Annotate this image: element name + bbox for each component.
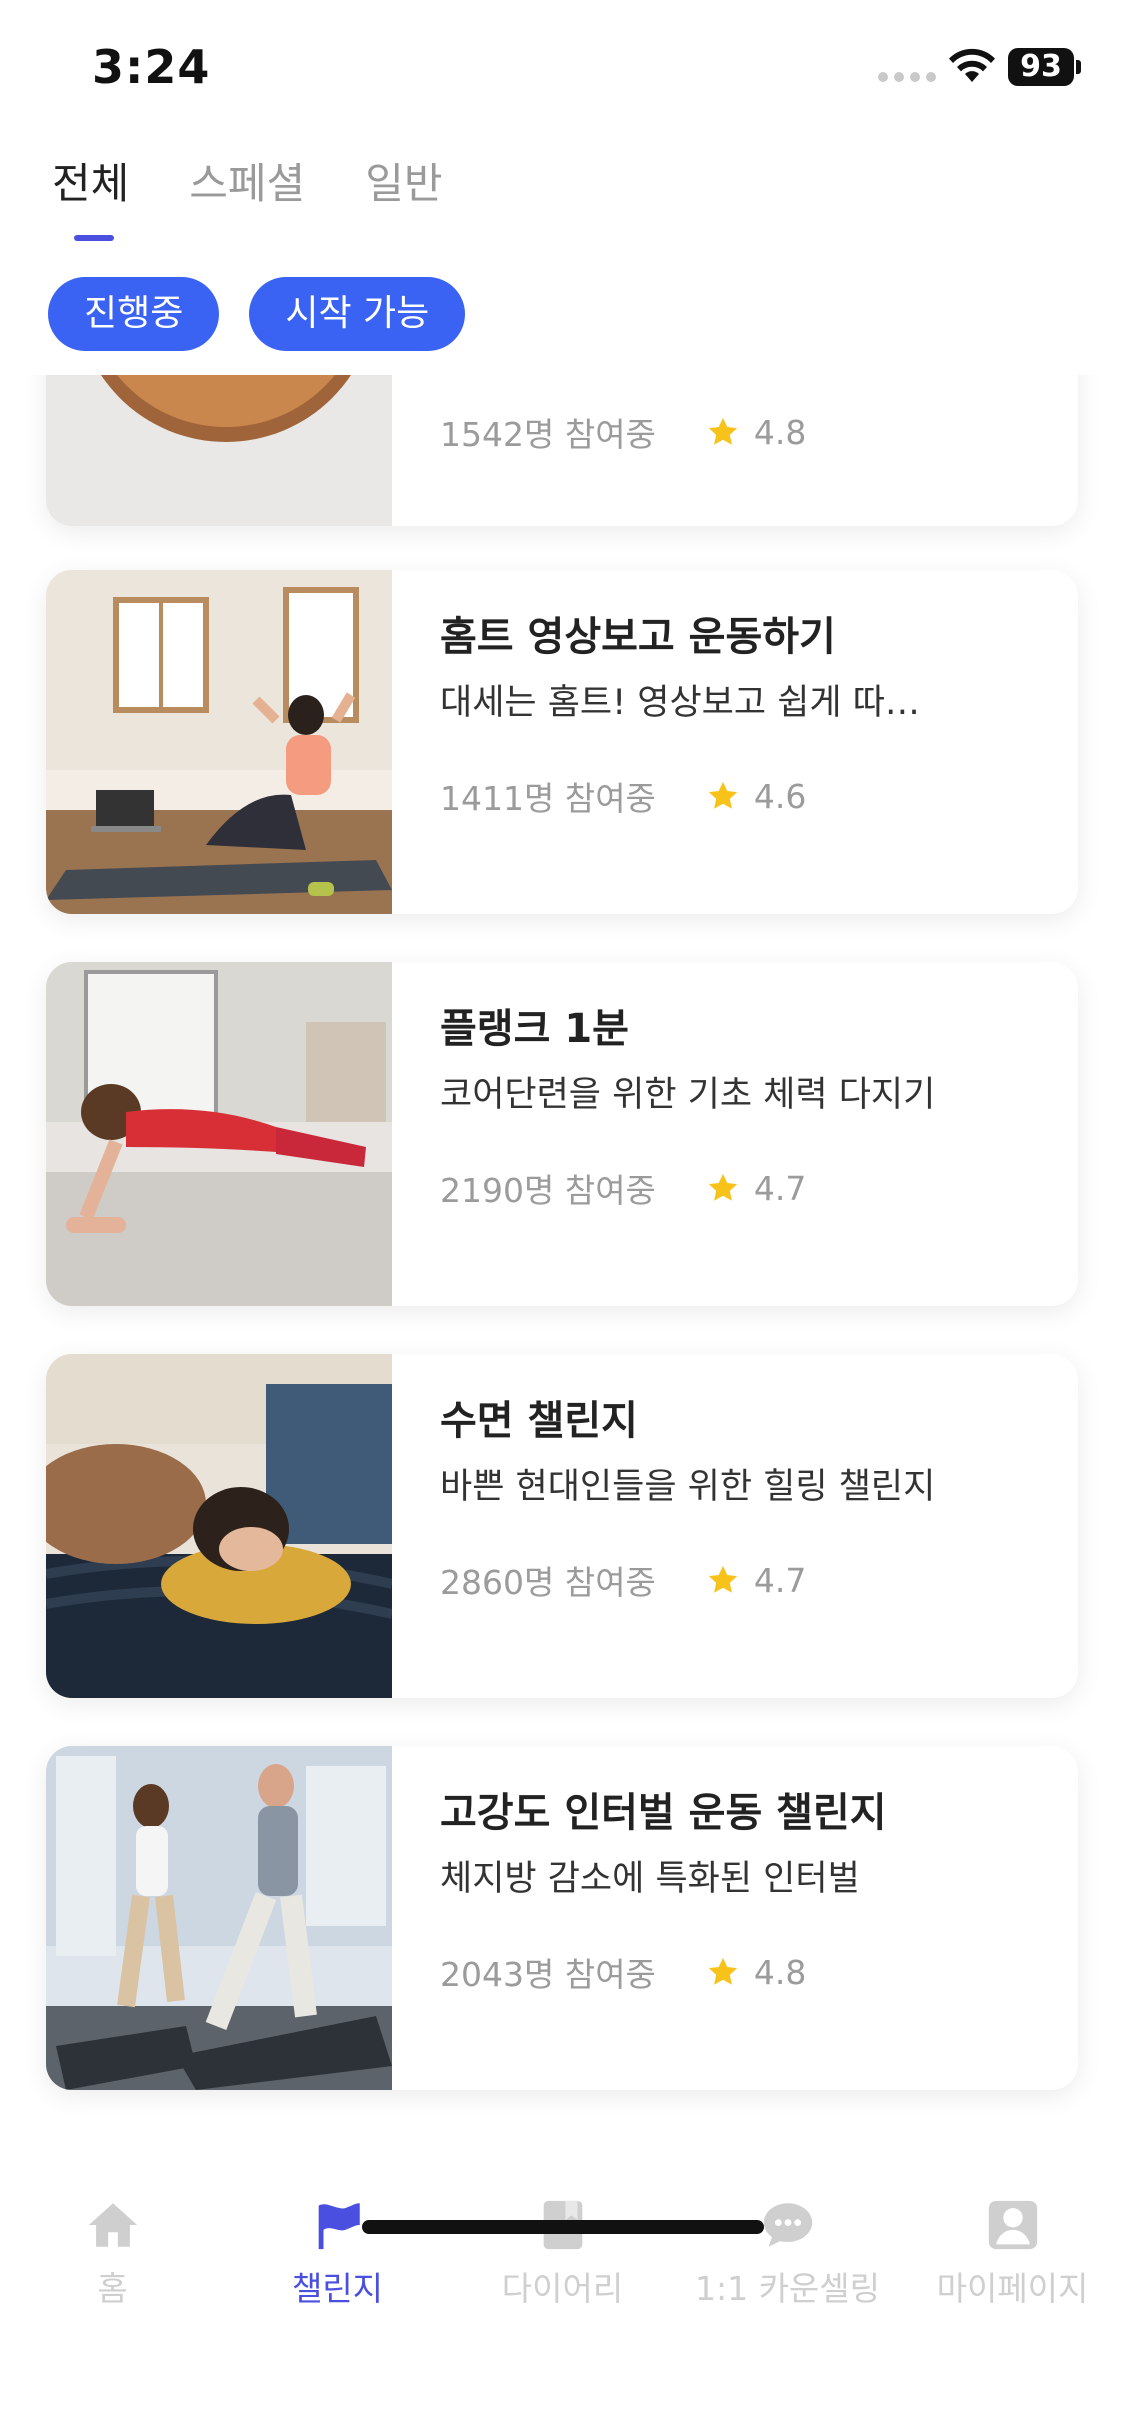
nav-diary[interactable]: 다이어리 bbox=[450, 2196, 675, 2310]
nav-counseling[interactable]: 1:1 카운셀링 bbox=[675, 2196, 900, 2310]
challenge-thumbnail bbox=[46, 1354, 392, 1698]
nav-label: 다이어리 bbox=[501, 2269, 624, 2308]
nav-label: 챌린지 bbox=[291, 2269, 384, 2308]
profile-icon bbox=[988, 2200, 1037, 2250]
challenge-thumbnail bbox=[46, 570, 392, 914]
participant-count: 2190명 참여중 bbox=[440, 1171, 656, 1210]
challenge-card[interactable]: 홈트 영상보고 운동하기 대세는 홈트! 영상보고 쉽게 따… 1411명 참여… bbox=[46, 570, 1078, 914]
filter-in-progress-chip[interactable]: 진행중 bbox=[48, 277, 220, 351]
nav-mypage[interactable]: 마이페이지 bbox=[900, 2196, 1125, 2310]
challenge-title: 고강도 인터벌 운동 챌린지 bbox=[440, 1790, 887, 1836]
rating: 4.7 bbox=[753, 1560, 807, 1600]
flag-icon bbox=[318, 2200, 360, 2250]
tab-special[interactable]: 스페셜 bbox=[189, 150, 305, 241]
tab-general[interactable]: 일반 bbox=[365, 150, 442, 241]
challenge-description: 대세는 홈트! 영상보고 쉽게 따… bbox=[440, 683, 920, 723]
tab-label: 전체 bbox=[52, 159, 130, 208]
challenge-description: 코어단련을 위한 기초 체력 다지기 bbox=[440, 1075, 936, 1115]
nav-label: 1:1 카운셀링 bbox=[694, 2269, 881, 2308]
rating: 4.8 bbox=[753, 1952, 807, 1992]
status-bar: 3:24 93 bbox=[0, 0, 1125, 140]
star-icon bbox=[708, 1957, 738, 1985]
filter-available-chip[interactable]: 시작 가능 bbox=[249, 277, 466, 351]
participant-count: 2860명 참여중 bbox=[440, 1563, 656, 1602]
battery-icon: 93 bbox=[1008, 48, 1074, 86]
participant-count: 1411명 참여중 bbox=[440, 779, 656, 818]
home-icon bbox=[88, 2203, 137, 2247]
challenge-title: 홈트 영상보고 운동하기 bbox=[440, 614, 836, 660]
challenge-title: 수면 챌린지 bbox=[440, 1398, 638, 1444]
challenge-description: 체지방 감소에 특화된 인터벌 bbox=[440, 1859, 860, 1899]
nav-label: 홈 bbox=[97, 2269, 128, 2308]
star-icon bbox=[708, 417, 738, 445]
tab-label: 스페셜 bbox=[189, 159, 306, 208]
bottom-nav: 홈 챌린지 다이어리 1:1 카운셀링 마이페이지 bbox=[0, 2170, 1125, 2436]
challenge-card[interactable]: 플랭크 1분 코어단련을 위한 기초 체력 다지기 2190명 참여중 4.7 bbox=[46, 962, 1078, 1306]
filter-chips: 진행중 시작 가능 bbox=[48, 277, 466, 351]
star-icon bbox=[708, 1173, 738, 1201]
challenge-title: 플랭크 1분 bbox=[440, 1006, 629, 1052]
nav-home[interactable]: 홈 bbox=[0, 2196, 225, 2310]
nav-challenge[interactable]: 챌린지 bbox=[225, 2196, 450, 2310]
nav-label: 마이페이지 bbox=[936, 2269, 1089, 2308]
tab-indicator bbox=[74, 235, 114, 241]
chat-icon bbox=[763, 2203, 812, 2247]
home-indicator bbox=[362, 2220, 764, 2234]
tab-label: 일반 bbox=[365, 159, 443, 208]
signal-icon bbox=[878, 72, 936, 82]
challenge-card[interactable]: 고강도 인터벌 운동 챌린지 체지방 감소에 특화된 인터벌 2043명 참여중… bbox=[46, 1746, 1078, 2090]
challenge-description: 바쁜 현대인들을 위한 힐링 챌린지 bbox=[440, 1467, 936, 1507]
participant-count: 2043명 참여중 bbox=[440, 1955, 656, 1994]
rating: 4.6 bbox=[753, 776, 807, 816]
wifi-icon bbox=[949, 48, 995, 82]
challenge-thumbnail bbox=[46, 1746, 392, 2090]
star-icon bbox=[708, 1565, 738, 1593]
challenge-card[interactable]: 수면 챌린지 바쁜 현대인들을 위한 힐링 챌린지 2860명 참여중 4.7 bbox=[46, 1354, 1078, 1698]
participant-count: 1542명 참여중 bbox=[440, 415, 656, 454]
status-time: 3:24 bbox=[92, 40, 211, 94]
battery-cap bbox=[1076, 60, 1081, 74]
star-icon bbox=[708, 781, 738, 809]
tab-all[interactable]: 전체 bbox=[52, 150, 129, 241]
rating: 4.8 bbox=[753, 412, 807, 452]
rating: 4.7 bbox=[753, 1168, 807, 1208]
challenge-thumbnail bbox=[46, 962, 392, 1306]
category-tabs: 전체 스페셜 일반 bbox=[52, 150, 442, 241]
